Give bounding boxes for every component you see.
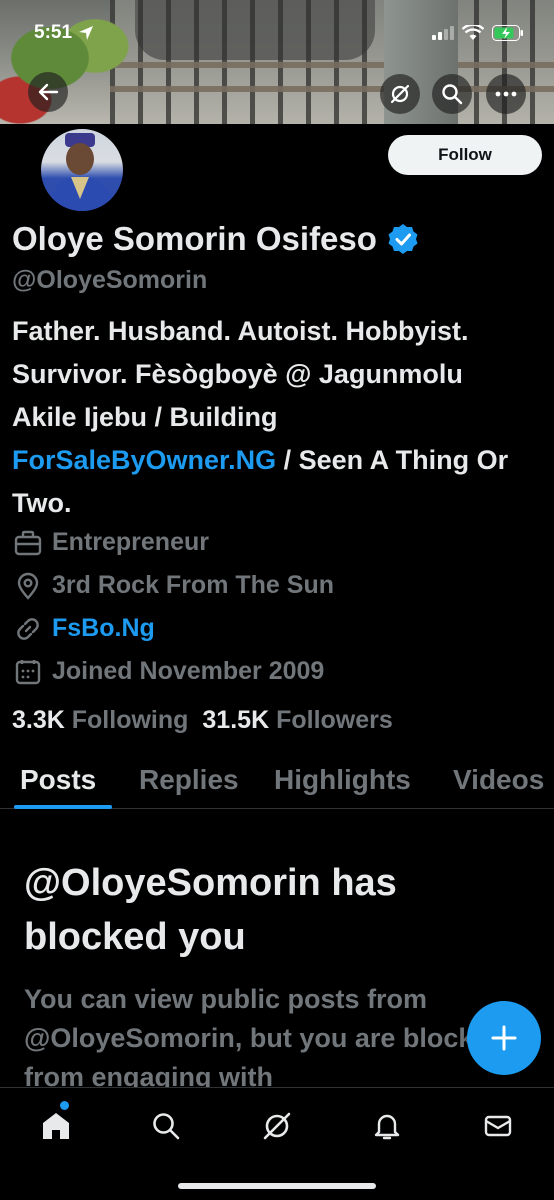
profile-tabs: Posts Replies Highlights Videos xyxy=(0,758,554,809)
followers-label: Followers xyxy=(276,706,393,734)
more-button[interactable] xyxy=(486,74,526,114)
blocked-body: You can view public posts from @OloyeSom… xyxy=(24,984,505,1092)
calendar-icon xyxy=(15,659,41,684)
nav-home[interactable] xyxy=(31,1106,81,1146)
more-icon xyxy=(495,91,517,97)
location-text: 3rd Rock From The Sun xyxy=(52,571,334,599)
followers-stat[interactable]: 31.5K Followers xyxy=(202,706,392,735)
following-stat[interactable]: 3.3K Following xyxy=(12,706,188,735)
blocked-title: @OloyeSomorin has blocked you xyxy=(24,862,397,958)
location-pin-icon xyxy=(17,572,39,600)
briefcase-icon xyxy=(14,530,42,555)
grok-button[interactable] xyxy=(380,74,420,114)
back-button[interactable] xyxy=(28,72,68,112)
battery-charging-icon xyxy=(492,25,523,41)
nav-search[interactable] xyxy=(141,1106,191,1146)
following-label: Following xyxy=(71,706,189,734)
banner-rail xyxy=(110,62,554,68)
home-icon xyxy=(43,1113,69,1139)
profile-location: 3rd Rock From The Sun xyxy=(14,571,334,600)
avatar[interactable] xyxy=(38,126,126,214)
location-arrow-icon xyxy=(79,26,94,40)
profile-category: Entrepreneur xyxy=(14,528,209,557)
follow-button[interactable]: Follow xyxy=(388,135,542,175)
grok-icon xyxy=(263,1112,291,1140)
search-icon xyxy=(442,84,463,105)
avatar-person-image xyxy=(49,133,115,211)
compose-button[interactable] xyxy=(467,1001,541,1075)
nav-notifications[interactable] xyxy=(362,1106,412,1146)
profile-website: FsBo.Ng xyxy=(14,614,155,643)
profile-joined: Joined November 2009 xyxy=(14,657,324,686)
grok-icon xyxy=(390,84,410,104)
plus-icon xyxy=(491,1025,517,1051)
profile-bio: Father. Husband. Autoist. Hobbyist. Surv… xyxy=(12,310,532,525)
tab-highlights[interactable]: Highlights xyxy=(274,764,411,796)
profile-name-row: Oloye Somorin Osifeso xyxy=(12,220,419,258)
clock-text: 5:51 xyxy=(34,22,73,43)
nav-messages[interactable] xyxy=(473,1106,523,1146)
joined-text: Joined November 2009 xyxy=(52,657,325,685)
following-count: 3.3K xyxy=(12,706,65,734)
bio-text: Father. Husband. Autoist. Hobbyist. Surv… xyxy=(12,316,469,432)
profile-name: Oloye Somorin Osifeso xyxy=(12,220,377,257)
mail-icon xyxy=(484,1115,512,1137)
home-indicator xyxy=(178,1183,376,1189)
search-button[interactable] xyxy=(432,74,472,114)
status-bar: 5:51 xyxy=(34,18,524,48)
bio-link[interactable]: ForSaleByOwner.NG xyxy=(12,445,276,475)
website-link[interactable]: FsBo.Ng xyxy=(52,614,155,643)
active-tab-indicator xyxy=(14,805,112,809)
tab-replies[interactable]: Replies xyxy=(139,764,239,796)
signal-icon xyxy=(432,26,454,40)
nav-grok[interactable] xyxy=(252,1106,302,1146)
followers-count: 31.5K xyxy=(202,706,270,734)
tab-videos[interactable]: Videos xyxy=(453,764,544,796)
status-time: 5:51 xyxy=(34,22,94,44)
wifi-icon xyxy=(462,25,484,40)
follow-stats: 3.3K Following 31.5K Followers xyxy=(12,706,393,735)
tab-posts[interactable]: Posts xyxy=(20,764,96,796)
link-icon xyxy=(17,617,39,640)
verified-badge-icon[interactable] xyxy=(387,223,419,255)
home-unread-dot xyxy=(60,1101,69,1110)
profile-handle: @OloyeSomorin xyxy=(12,266,208,294)
search-icon xyxy=(153,1113,180,1140)
occupation-text: Entrepreneur xyxy=(52,528,209,556)
bell-icon xyxy=(374,1114,400,1140)
back-arrow-icon xyxy=(38,83,59,101)
